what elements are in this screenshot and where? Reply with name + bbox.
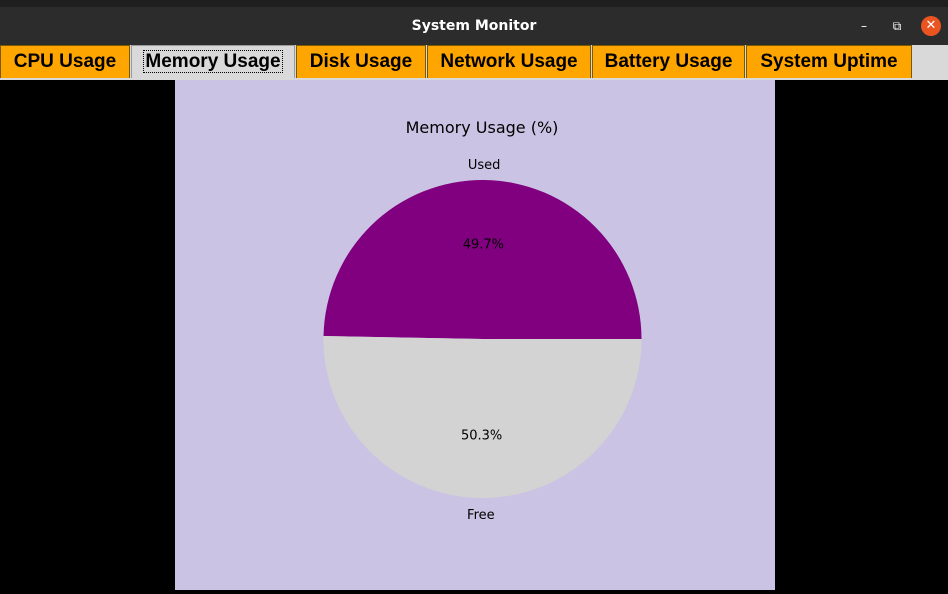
window-title: System Monitor [411,18,537,34]
tab-disk-usage[interactable]: Disk Usage [296,45,426,78]
tab-bar: CPU Usage Memory Usage Disk Usage Networ… [0,45,948,80]
title-bar[interactable]: System Monitor – ⧉ ✕ [0,0,948,45]
tab-label: Network Usage [440,51,578,72]
tab-system-uptime[interactable]: System Uptime [746,45,912,78]
pie-percent-label: 50.3% [461,428,502,443]
close-button[interactable]: ✕ [921,16,941,36]
tab-label: Disk Usage [309,51,413,72]
tab-label: System Uptime [760,51,898,72]
tab-memory-usage[interactable]: Memory Usage [131,45,295,78]
pie-percent-label: 49.7% [463,238,504,253]
pie-slice-used [323,180,642,339]
pie-chart: Memory Usage (%) 49.7% Used 50.3% Free [323,118,642,523]
pie-category-label: Used [468,158,501,173]
pie-slice-free [323,336,642,499]
chart-canvas: Memory Usage (%) 49.7% Used 50.3% Free [175,80,775,590]
tab-battery-usage[interactable]: Battery Usage [592,45,745,78]
app-window: System Monitor – ⧉ ✕ CPU Usage Memory Us… [0,0,948,590]
pie-category-label: Free [467,508,495,523]
minimize-button[interactable]: – [854,16,874,36]
tab-network-usage[interactable]: Network Usage [427,45,591,78]
tab-label: Battery Usage [604,51,733,72]
pie-slices [323,180,642,499]
chart-title: Memory Usage (%) [406,118,559,137]
tab-cpu-usage[interactable]: CPU Usage [0,45,130,78]
tab-label: CPU Usage [13,51,117,72]
tab-content: Memory Usage (%) 49.7% Used 50.3% Free [0,80,948,590]
tab-label: Memory Usage [143,50,283,73]
maximize-button[interactable]: ⧉ [887,16,907,36]
